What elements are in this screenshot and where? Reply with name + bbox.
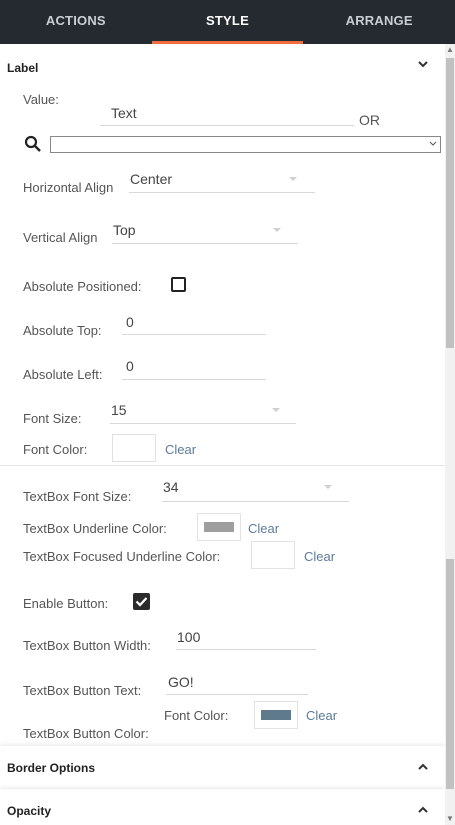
opacity-section[interactable]: Opacity xyxy=(0,789,445,825)
value-label: Value: xyxy=(23,92,59,107)
scroll-up-arrow-icon[interactable]: ▲ xyxy=(445,44,455,56)
textbox-font-size-underline xyxy=(162,501,349,502)
value-underline xyxy=(100,125,354,126)
font-color-clear-link[interactable]: Clear xyxy=(165,442,196,457)
label-section-title: Label xyxy=(7,61,39,75)
enable-button-label: Enable Button: xyxy=(23,596,109,611)
border-options-title: Border Options xyxy=(7,761,96,775)
vertical-align-label: Vertical Align xyxy=(23,230,98,245)
absolute-top-label: Absolute Top: xyxy=(23,323,102,338)
textbox-underline-color-label: TextBox Underline Color: xyxy=(23,521,167,536)
vertical-align-select[interactable]: Top xyxy=(113,222,136,238)
scroll-down-arrow-icon[interactable]: ▼ xyxy=(445,813,455,825)
check-icon xyxy=(135,597,148,607)
underline-color-fill xyxy=(204,522,234,532)
textbox-focused-underline-label: TextBox Focused Underline Color: xyxy=(23,549,221,564)
enable-button-checkbox[interactable] xyxy=(133,593,150,610)
absolute-left-underline xyxy=(122,379,266,380)
chevron-up-icon[interactable] xyxy=(416,803,430,822)
textbox-button-width-input[interactable]: 100 xyxy=(177,629,200,645)
absolute-positioned-label: Absolute Positioned: xyxy=(23,279,142,294)
textbox-button-text-input[interactable]: GO! xyxy=(168,674,194,690)
absolute-top-underline xyxy=(122,334,266,335)
underline-color-clear-link[interactable]: Clear xyxy=(248,521,279,536)
font-color-label: Font Color: xyxy=(23,442,88,457)
scrollbar[interactable]: ▲ ▼ xyxy=(445,44,455,825)
textbox-button-color-label: TextBox Button Color: xyxy=(23,726,149,741)
value-input[interactable]: Text xyxy=(111,105,137,121)
absolute-positioned-checkbox[interactable] xyxy=(171,277,186,292)
focused-underline-color-swatch[interactable] xyxy=(251,541,295,569)
absolute-left-label: Absolute Left: xyxy=(23,367,103,382)
textbox-button-text-label: TextBox Button Text: xyxy=(23,683,142,698)
textbox-button-width-label: TextBox Button Width: xyxy=(23,638,151,653)
scrollbar-thumb-lower[interactable] xyxy=(446,559,454,789)
absolute-left-input[interactable]: 0 xyxy=(126,358,134,374)
button-font-color-fill xyxy=(261,710,291,720)
chevron-down-icon[interactable] xyxy=(416,57,430,74)
border-options-section[interactable]: Border Options xyxy=(0,746,445,788)
tab-style[interactable]: STYLE xyxy=(151,0,304,44)
opacity-title: Opacity xyxy=(7,804,52,818)
font-color-swatch[interactable] xyxy=(112,434,156,462)
tab-bar: ACTIONS STYLE ARRANGE xyxy=(0,0,455,44)
search-icon xyxy=(24,135,42,158)
button-text-underline xyxy=(166,694,308,695)
textbox-font-size-label: TextBox Font Size: xyxy=(23,489,132,504)
font-size-underline xyxy=(110,423,296,424)
divider xyxy=(0,465,445,466)
dropdown-arrow-icon xyxy=(272,408,280,412)
focused-underline-clear-link[interactable]: Clear xyxy=(304,549,335,564)
tab-arrange[interactable]: ARRANGE xyxy=(303,0,455,44)
dropdown-arrow-icon xyxy=(273,228,281,232)
absolute-top-input[interactable]: 0 xyxy=(126,314,134,330)
button-width-underline xyxy=(176,649,316,650)
dropdown-arrow-icon xyxy=(324,485,332,489)
or-text: OR xyxy=(359,112,380,128)
select-arrow-icon xyxy=(429,141,437,146)
textbox-font-size-select[interactable]: 34 xyxy=(163,479,179,495)
search-select[interactable] xyxy=(50,136,441,153)
chevron-up-icon[interactable] xyxy=(416,760,430,779)
dropdown-arrow-icon xyxy=(289,177,297,181)
tab-actions[interactable]: ACTIONS xyxy=(0,0,152,44)
button-font-color-swatch[interactable] xyxy=(254,701,298,729)
scrollbar-thumb[interactable] xyxy=(446,58,454,348)
style-panel: Label Value: Text OR Horizontal Align Ce… xyxy=(0,44,445,825)
font-size-label: Font Size: xyxy=(23,411,82,426)
vertical-align-underline xyxy=(112,243,298,244)
button-font-color-clear-link[interactable]: Clear xyxy=(306,708,337,723)
button-font-color-label: Font Color: xyxy=(164,708,229,723)
horizontal-align-select[interactable]: Center xyxy=(130,171,172,187)
horizontal-align-underline xyxy=(129,192,315,193)
underline-color-swatch[interactable] xyxy=(197,513,241,541)
font-size-select[interactable]: 15 xyxy=(111,402,127,418)
horizontal-align-label: Horizontal Align xyxy=(23,180,114,195)
